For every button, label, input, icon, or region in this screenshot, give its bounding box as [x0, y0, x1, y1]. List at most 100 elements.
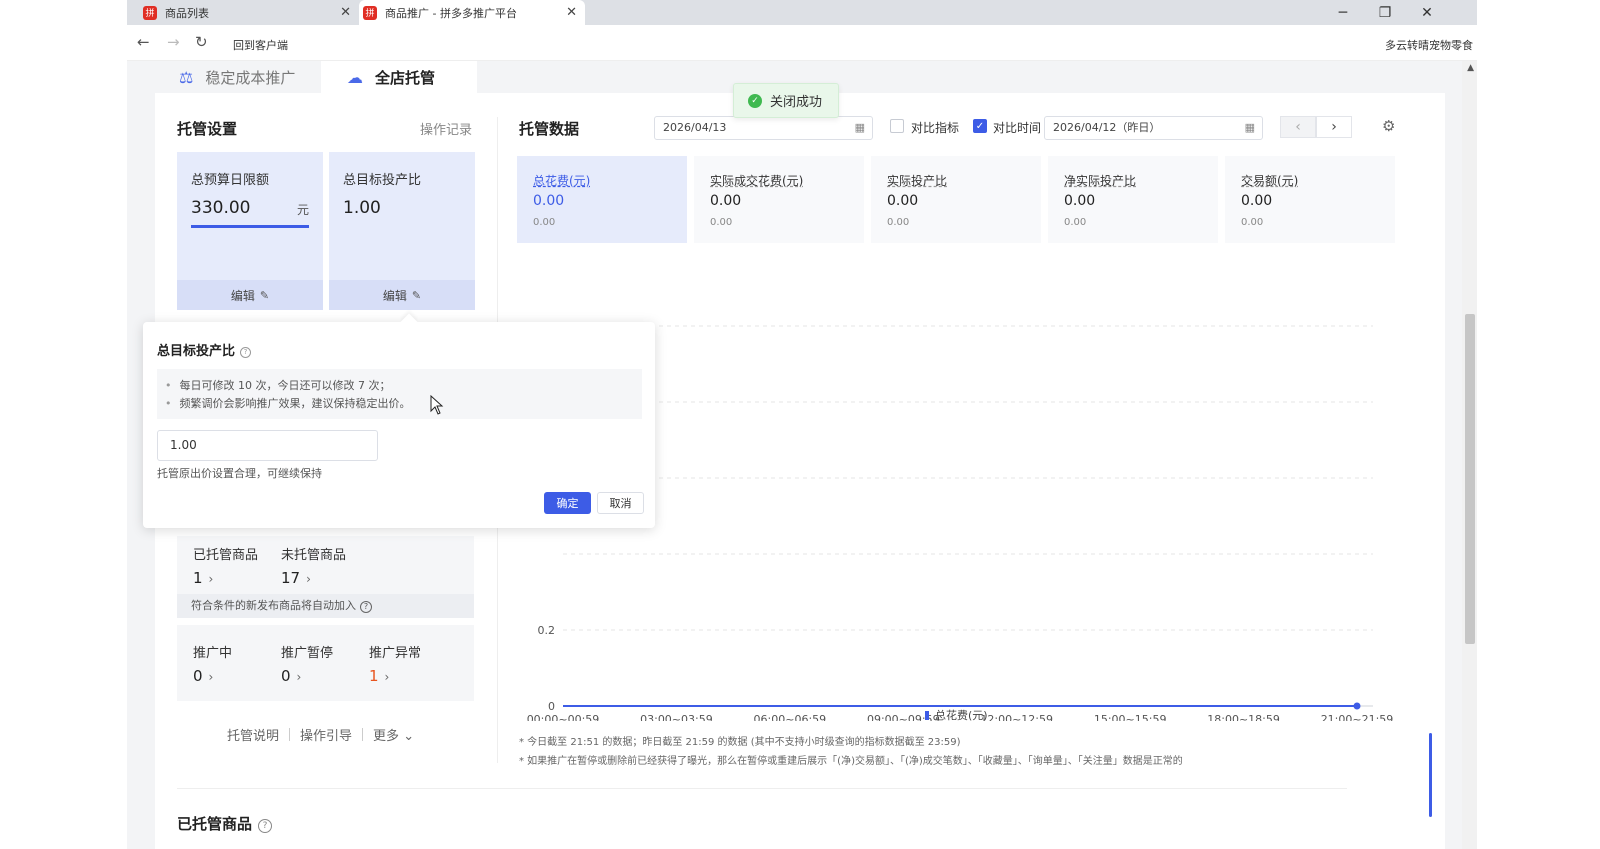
kpi-card-net-roi[interactable]: 净实际投产比 0.00 0.00: [1048, 156, 1218, 243]
tab-goods-list[interactable]: 拼 商品列表 ✕: [127, 0, 359, 25]
chevron-right-icon: ›: [296, 670, 302, 684]
chevron-right-icon: ›: [208, 670, 214, 684]
chart-legend[interactable]: 总花费(元): [925, 707, 988, 723]
scroll-accent: [1429, 733, 1432, 817]
data-title: 托管数据: [519, 120, 580, 138]
section-title-text: 已托管商品: [177, 815, 253, 833]
date-value: 2026/04/13: [663, 121, 727, 134]
unmanaged-goods-stat[interactable]: 未托管商品 17 ›: [281, 544, 346, 587]
next-page-button[interactable]: ›: [1316, 116, 1352, 138]
date-picker[interactable]: 2026/04/13 ▦: [654, 116, 873, 140]
promo-running-count: 0: [193, 667, 203, 685]
prev-page-button[interactable]: ‹: [1280, 116, 1316, 138]
managed-goods-section-title: 已托管商品?: [177, 813, 273, 834]
promo-paused-label: 推广暂停: [281, 646, 334, 661]
roi-value: 1.00: [343, 198, 381, 218]
managed-help-link[interactable]: 托管说明: [227, 725, 279, 744]
forward-arrow-icon[interactable]: →: [167, 33, 180, 51]
reload-icon[interactable]: ↻: [195, 33, 208, 51]
promo-running-label: 推广中: [193, 646, 233, 661]
promo-abnormal-count: 1: [369, 667, 379, 685]
x-tick-label: 06:00~06:59: [754, 713, 827, 721]
kpi-value: 0.00: [710, 193, 742, 209]
x-tick-label: 00:00~00:59: [527, 713, 600, 721]
kpi-card-actual-roi[interactable]: 实际投产比 0.00 0.00: [871, 156, 1041, 243]
check-circle-icon: ✓: [748, 93, 762, 108]
promo-running-stat[interactable]: 推广中 0 ›: [193, 642, 232, 685]
compare-date-value: 2026/04/12（昨日）: [1053, 121, 1161, 134]
calendar-icon: ▦: [854, 121, 865, 134]
managed-goods-label: 已托管商品: [193, 548, 259, 563]
promo-abnormal-stat[interactable]: 推广异常 1 ›: [369, 642, 421, 685]
back-arrow-icon[interactable]: ←: [137, 33, 150, 51]
footnote-1: * 今日截至 21:51 的数据；昨日截至 21:59 的数据 (其中不支持小时…: [519, 737, 961, 748]
edit-label: 编辑: [382, 288, 407, 303]
popover-tips: 每日可修改 10 次，今日还可以修改 7 次； 频繁调价会影响推广效果，建议保持…: [157, 369, 642, 419]
chevron-down-icon: ⌄: [403, 729, 415, 744]
settings-title: 托管设置: [177, 120, 238, 138]
unmanaged-goods-label: 未托管商品: [281, 548, 347, 563]
compare-metric-checkbox[interactable]: [890, 119, 904, 133]
tab-full-store[interactable]: ☁ 全店托管: [321, 61, 477, 93]
roi-label: 总目标投产比: [343, 173, 422, 188]
kpi-compare-value: 0.00: [1241, 217, 1264, 228]
x-tick-label: 12:00~12:59: [980, 713, 1053, 721]
help-icon[interactable]: ?: [360, 601, 372, 613]
kpi-compare-value: 0.00: [887, 217, 910, 228]
budget-underline: [191, 225, 309, 228]
kpi-card-actual-spend[interactable]: 实际成交花费(元) 0.00 0.00: [694, 156, 864, 243]
window-close-icon[interactable]: ✕: [1407, 0, 1447, 25]
x-tick-label: 03:00~03:59: [640, 713, 713, 721]
kpi-label: 实际成交花费(元): [710, 174, 804, 188]
compare-date-picker[interactable]: 2026/04/12（昨日） ▦: [1044, 116, 1263, 140]
tab-stable-cost[interactable]: ⚖ 稳定成本推广: [155, 61, 321, 93]
chevron-right-icon: ›: [384, 670, 390, 684]
operation-guide-link[interactable]: 操作引导: [300, 725, 352, 744]
budget-edit-button[interactable]: 编辑 ✎: [177, 280, 323, 310]
kpi-compare-value: 0.00: [1064, 217, 1087, 228]
gear-icon[interactable]: ⚙: [1382, 117, 1395, 135]
minimize-icon[interactable]: ─: [1323, 0, 1363, 25]
close-icon[interactable]: ✕: [566, 5, 577, 20]
pencil-icon: ✎: [411, 288, 422, 302]
tip-item: 每日可修改 10 次，今日还可以修改 7 次；: [165, 377, 642, 395]
restore-icon[interactable]: ❐: [1365, 0, 1405, 25]
kpi-label: 交易额(元): [1241, 174, 1299, 188]
help-icon[interactable]: ?: [258, 819, 273, 833]
managed-goods-stat[interactable]: 已托管商品 1 ›: [193, 544, 258, 587]
roi-input[interactable]: 1.00: [157, 430, 378, 461]
kpi-card-total-spend[interactable]: 总花费(元) 0.00 0.00: [517, 156, 687, 243]
kpi-compare-value: 0.00: [710, 217, 733, 228]
y-tick-label: 0.2: [538, 624, 556, 637]
scroll-up-arrow-icon[interactable]: ▲: [1467, 63, 1474, 73]
operation-log-link[interactable]: 操作记录: [420, 119, 472, 138]
kpi-value: 0.00: [887, 193, 919, 209]
kpi-value: 0.00: [1241, 193, 1273, 209]
shop-name[interactable]: 多云转晴宠物零食: [1385, 37, 1473, 53]
chevron-left-icon: ‹: [1295, 119, 1301, 135]
popover-arrow: [400, 313, 418, 331]
scrollbar[interactable]: ▲: [1462, 61, 1477, 849]
roi-edit-button[interactable]: 编辑 ✎: [329, 280, 475, 310]
promo-status-box: 推广中 0 › 推广暂停 0 › 推广异常 1 ›: [177, 625, 474, 701]
confirm-button[interactable]: 确定: [544, 492, 591, 514]
tab-goods-promotion[interactable]: 拼 商品推广 - 拼多多推广平台 ✕: [359, 0, 585, 25]
chevron-right-icon: ›: [208, 572, 214, 586]
cancel-button[interactable]: 取消: [597, 492, 644, 514]
close-icon[interactable]: ✕: [340, 5, 351, 20]
footnote-2: * 如果推广在暂停或删除前已经获得了曝光，那么在暂停或重建后展示「(净)交易额」…: [519, 756, 1183, 767]
budget-unit: 元: [296, 203, 309, 217]
help-icon[interactable]: ?: [240, 347, 252, 358]
kpi-value: 0.00: [1064, 193, 1096, 209]
promo-paused-count: 0: [281, 667, 291, 685]
promo-paused-stat[interactable]: 推广暂停 0 ›: [281, 642, 333, 685]
back-to-client-link[interactable]: 回到客户端: [233, 37, 288, 53]
series-end-point: [1353, 702, 1361, 710]
compare-time-checkbox[interactable]: ✓: [973, 119, 987, 133]
tip-item: 频繁调价会影响推广效果，建议保持稳定出价。: [165, 395, 642, 413]
kpi-label: 净实际投产比: [1064, 174, 1137, 188]
more-dropdown[interactable]: 更多 ⌄: [373, 725, 414, 744]
kpi-card-gmv[interactable]: 交易额(元) 0.00 0.00: [1225, 156, 1395, 243]
mouse-cursor-icon: [430, 395, 444, 415]
scrollbar-thumb[interactable]: [1465, 314, 1475, 644]
